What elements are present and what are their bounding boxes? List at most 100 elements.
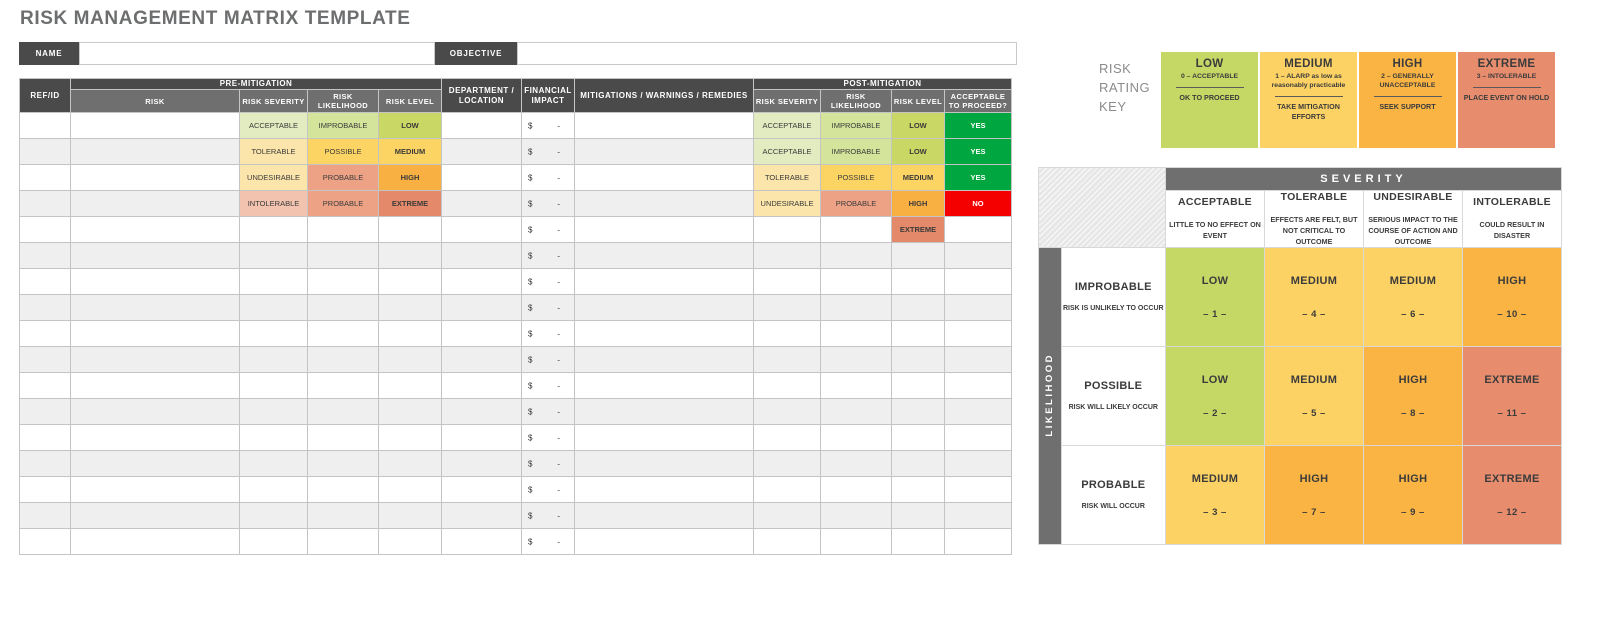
cell-financial-impact[interactable]: $ -: [521, 450, 575, 477]
cell-acceptable-to-proceed[interactable]: [944, 242, 1012, 269]
cell-post-risk-level[interactable]: [891, 294, 945, 321]
cell-ref-id[interactable]: [19, 164, 71, 191]
cell-acceptable-to-proceed[interactable]: [944, 294, 1012, 321]
cell-risk[interactable]: [70, 346, 240, 373]
cell-department-location[interactable]: [441, 450, 522, 477]
cell-post-risk-likelihood[interactable]: [820, 346, 892, 373]
cell-ref-id[interactable]: [19, 528, 71, 555]
table-row[interactable]: $ -: [19, 528, 1012, 555]
cell-pre-risk-level[interactable]: [378, 502, 442, 529]
cell-post-risk-severity[interactable]: [753, 528, 821, 555]
cell-risk[interactable]: [70, 450, 240, 477]
cell-acceptable-to-proceed[interactable]: [944, 502, 1012, 529]
cell-acceptable-to-proceed[interactable]: [944, 450, 1012, 477]
cell-post-risk-likelihood[interactable]: [820, 372, 892, 399]
cell-pre-risk-likelihood[interactable]: [307, 346, 379, 373]
cell-mitigations[interactable]: [574, 138, 754, 165]
cell-post-risk-severity[interactable]: [753, 476, 821, 503]
cell-post-risk-likelihood[interactable]: [820, 398, 892, 425]
matrix-cell[interactable]: EXTREME – 12 –: [1462, 445, 1562, 546]
cell-post-risk-likelihood[interactable]: [820, 242, 892, 269]
cell-pre-risk-level[interactable]: HIGH: [378, 164, 442, 191]
cell-department-location[interactable]: [441, 242, 522, 269]
name-input[interactable]: [79, 42, 435, 65]
cell-financial-impact[interactable]: $ -: [521, 164, 575, 191]
cell-post-risk-level[interactable]: MEDIUM: [891, 164, 945, 191]
cell-risk[interactable]: [70, 112, 240, 139]
cell-post-risk-level[interactable]: LOW: [891, 138, 945, 165]
cell-post-risk-severity[interactable]: [753, 450, 821, 477]
cell-pre-risk-severity[interactable]: [239, 476, 308, 503]
cell-department-location[interactable]: [441, 502, 522, 529]
matrix-cell[interactable]: MEDIUM – 4 –: [1264, 247, 1364, 348]
cell-financial-impact[interactable]: $ -: [521, 528, 575, 555]
cell-mitigations[interactable]: [574, 242, 754, 269]
cell-pre-risk-likelihood[interactable]: PROBABLE: [307, 190, 379, 217]
cell-post-risk-severity[interactable]: [753, 216, 821, 243]
cell-department-location[interactable]: [441, 398, 522, 425]
cell-post-risk-severity[interactable]: [753, 294, 821, 321]
table-row[interactable]: $ - EXTREME: [19, 216, 1012, 243]
cell-pre-risk-level[interactable]: [378, 320, 442, 347]
cell-financial-impact[interactable]: $ -: [521, 372, 575, 399]
cell-pre-risk-level[interactable]: [378, 346, 442, 373]
cell-ref-id[interactable]: [19, 190, 71, 217]
cell-mitigations[interactable]: [574, 476, 754, 503]
cell-post-risk-level[interactable]: [891, 450, 945, 477]
cell-acceptable-to-proceed[interactable]: [944, 268, 1012, 295]
cell-pre-risk-level[interactable]: [378, 528, 442, 555]
cell-post-risk-severity[interactable]: [753, 320, 821, 347]
cell-post-risk-level[interactable]: [891, 528, 945, 555]
cell-acceptable-to-proceed[interactable]: [944, 346, 1012, 373]
cell-department-location[interactable]: [441, 528, 522, 555]
cell-ref-id[interactable]: [19, 242, 71, 269]
cell-pre-risk-severity[interactable]: [239, 242, 308, 269]
cell-pre-risk-likelihood[interactable]: [307, 268, 379, 295]
table-row[interactable]: $ -: [19, 476, 1012, 503]
cell-risk[interactable]: [70, 216, 240, 243]
cell-pre-risk-level[interactable]: [378, 216, 442, 243]
cell-pre-risk-level[interactable]: [378, 372, 442, 399]
cell-pre-risk-likelihood[interactable]: [307, 320, 379, 347]
cell-post-risk-likelihood[interactable]: [820, 424, 892, 451]
cell-risk[interactable]: [70, 268, 240, 295]
cell-department-location[interactable]: [441, 138, 522, 165]
cell-ref-id[interactable]: [19, 398, 71, 425]
cell-pre-risk-likelihood[interactable]: [307, 528, 379, 555]
table-row[interactable]: $ -: [19, 450, 1012, 477]
cell-pre-risk-likelihood[interactable]: [307, 242, 379, 269]
table-row[interactable]: UNDESIRABLE PROBABLE HIGH $ - TOLERABLE POSSIB…: [19, 164, 1012, 191]
cell-mitigations[interactable]: [574, 528, 754, 555]
cell-ref-id[interactable]: [19, 502, 71, 529]
cell-pre-risk-severity[interactable]: [239, 294, 308, 321]
cell-pre-risk-likelihood[interactable]: [307, 372, 379, 399]
cell-post-risk-likelihood[interactable]: PROBABLE: [820, 190, 892, 217]
cell-pre-risk-likelihood[interactable]: [307, 294, 379, 321]
cell-post-risk-likelihood[interactable]: [820, 476, 892, 503]
cell-mitigations[interactable]: [574, 372, 754, 399]
cell-acceptable-to-proceed[interactable]: [944, 398, 1012, 425]
matrix-cell[interactable]: HIGH – 7 –: [1264, 445, 1364, 546]
cell-post-risk-likelihood[interactable]: [820, 502, 892, 529]
cell-financial-impact[interactable]: $ -: [521, 112, 575, 139]
cell-department-location[interactable]: [441, 190, 522, 217]
cell-pre-risk-severity[interactable]: [239, 450, 308, 477]
cell-mitigations[interactable]: [574, 294, 754, 321]
table-row[interactable]: $ -: [19, 268, 1012, 295]
cell-post-risk-severity[interactable]: ACCEPTABLE: [753, 138, 821, 165]
table-row[interactable]: ACCEPTABLE IMPROBABLE LOW $ - ACCEPTABLE IMPRO…: [19, 112, 1012, 139]
cell-department-location[interactable]: [441, 216, 522, 243]
cell-financial-impact[interactable]: $ -: [521, 268, 575, 295]
cell-post-risk-level[interactable]: [891, 320, 945, 347]
table-row[interactable]: $ -: [19, 424, 1012, 451]
cell-post-risk-severity[interactable]: [753, 372, 821, 399]
cell-post-risk-severity[interactable]: [753, 242, 821, 269]
cell-acceptable-to-proceed[interactable]: YES: [944, 112, 1012, 139]
cell-post-risk-level[interactable]: LOW: [891, 112, 945, 139]
cell-financial-impact[interactable]: $ -: [521, 476, 575, 503]
cell-pre-risk-severity[interactable]: UNDESIRABLE: [239, 164, 308, 191]
matrix-cell[interactable]: HIGH – 8 –: [1363, 346, 1463, 447]
cell-risk[interactable]: [70, 502, 240, 529]
cell-department-location[interactable]: [441, 294, 522, 321]
cell-pre-risk-level[interactable]: [378, 424, 442, 451]
